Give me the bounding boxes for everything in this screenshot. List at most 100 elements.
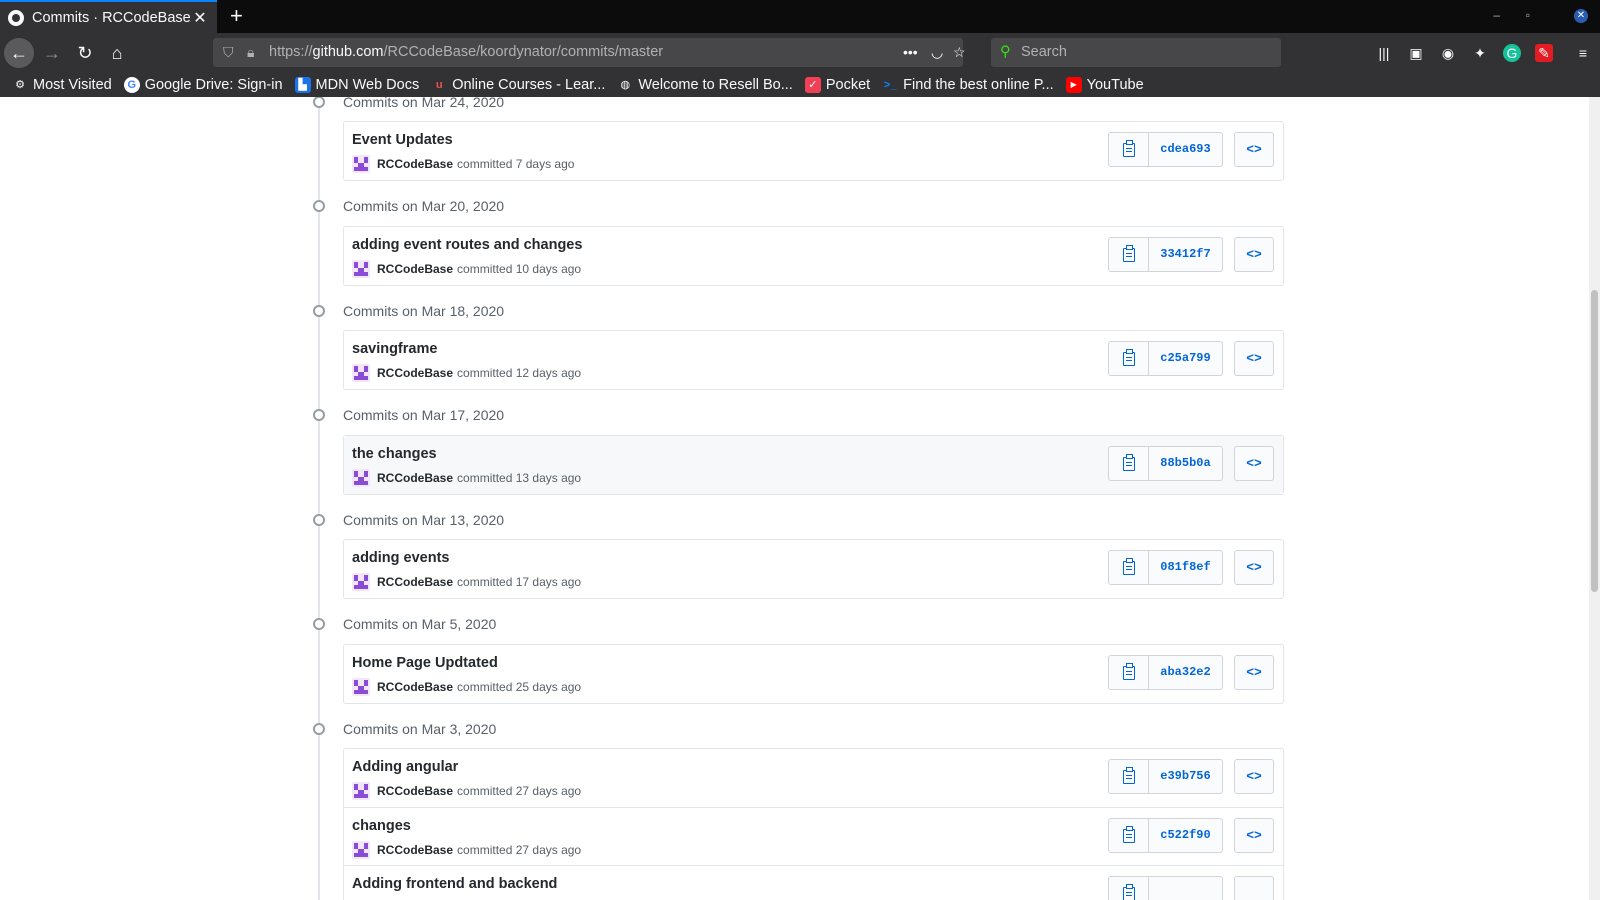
tab-close-icon[interactable]: ✕	[191, 8, 209, 28]
sha-link[interactable]	[1149, 877, 1222, 900]
copy-sha-button[interactable]	[1109, 133, 1149, 166]
author-link[interactable]: RCCodeBase	[377, 262, 453, 276]
bookmark-pocket[interactable]: ✓ Pocket	[804, 76, 870, 93]
menu-icon[interactable]: ≡	[1574, 44, 1592, 62]
sha-link[interactable]: c522f90	[1149, 819, 1222, 852]
browse-repo-button[interactable]: <>	[1234, 341, 1274, 376]
author-link[interactable]: RCCodeBase	[377, 575, 453, 589]
home-button[interactable]: ⌂	[102, 38, 132, 68]
browse-repo-button[interactable]: <>	[1234, 550, 1274, 585]
commit-list: Event Updates RCCodeBase committed 7 days…	[343, 121, 1284, 181]
terminal-icon: >_	[883, 78, 897, 91]
shield-icon[interactable]: ⛉	[223, 38, 234, 67]
extension-icon[interactable]: ✦	[1471, 44, 1489, 62]
clipboard-icon	[1122, 348, 1135, 366]
bookmark-youtube[interactable]: ▶ YouTube	[1065, 76, 1144, 93]
copy-sha-button[interactable]	[1109, 877, 1149, 900]
window-close-icon[interactable]: ✕	[1574, 9, 1588, 23]
browse-repo-button[interactable]: <>	[1234, 759, 1274, 794]
avatar[interactable]	[352, 573, 370, 591]
author-link[interactable]: RCCodeBase	[377, 843, 453, 857]
search-input[interactable]: ⚲ Search	[991, 38, 1281, 67]
bookmark-udemy[interactable]: u Online Courses - Lear...	[431, 77, 606, 93]
sha-link[interactable]: e39b756	[1149, 760, 1222, 793]
bookmark-find-best[interactable]: >_ Find the best online P...	[882, 77, 1054, 93]
commit-row: changes RCCodeBase committed 27 days ago …	[344, 807, 1283, 865]
clipboard-icon	[1122, 453, 1135, 471]
commit-title-link[interactable]: adding event routes and changes	[352, 237, 582, 253]
commit-title-link[interactable]: Home Page Updtated	[352, 655, 498, 671]
bookmark-google-drive[interactable]: G Google Drive: Sign-in	[123, 76, 283, 93]
lock-icon[interactable]: 🔒︎	[247, 38, 254, 67]
group-date: Commits on Mar 18, 2020	[343, 303, 505, 319]
browse-repo-button[interactable]: <>	[1234, 818, 1274, 853]
commit-title-link[interactable]: the changes	[352, 446, 437, 462]
avatar[interactable]	[352, 469, 370, 487]
more-actions-icon[interactable]: •••	[903, 38, 918, 67]
copy-sha-button[interactable]	[1109, 656, 1149, 689]
reload-button[interactable]: ↻	[70, 38, 100, 68]
url-bar[interactable]: ⛉ 🔒︎ https://github.com/RCCodeBase/koord…	[213, 38, 966, 67]
maximize-icon[interactable]: ▫	[1526, 8, 1530, 22]
browse-repo-button[interactable]: <>	[1234, 132, 1274, 167]
commit-title-link[interactable]: changes	[352, 818, 411, 834]
sha-link[interactable]: 081f8ef	[1149, 551, 1222, 584]
commit-title-link[interactable]: savingframe	[352, 341, 437, 357]
author-link[interactable]: RCCodeBase	[377, 680, 453, 694]
sha-link[interactable]: cdea693	[1149, 133, 1222, 166]
bookmark-resell[interactable]: ◍ Welcome to Resell Bo...	[617, 77, 793, 93]
author-link[interactable]: RCCodeBase	[377, 157, 453, 171]
scrollbar-thumb[interactable]	[1591, 290, 1598, 592]
commit-dot-icon	[313, 409, 325, 421]
copy-sha-button[interactable]	[1109, 819, 1149, 852]
extension-red-icon[interactable]: ✎	[1535, 44, 1553, 62]
sha-button-group: 33412f7	[1108, 237, 1223, 272]
commit-time: committed 27 days ago	[457, 784, 582, 798]
commit-group-header: Commits on Mar 3, 2020	[313, 718, 496, 740]
back-button[interactable]: ←	[4, 38, 34, 68]
avatar[interactable]	[352, 364, 370, 382]
commit-title-link[interactable]: Adding angular	[352, 759, 458, 775]
author-link[interactable]: RCCodeBase	[377, 471, 453, 485]
bookmark-star-icon[interactable]: ☆	[953, 38, 966, 67]
browse-repo-button[interactable]: <>	[1234, 237, 1274, 272]
sha-link[interactable]: 88b5b0a	[1149, 447, 1222, 480]
sha-link[interactable]: aba32e2	[1149, 656, 1222, 689]
avatar[interactable]	[352, 155, 370, 173]
browse-repo-button[interactable]	[1234, 876, 1274, 900]
avatar[interactable]	[352, 678, 370, 696]
sidebar-icon[interactable]: ▣	[1407, 44, 1425, 62]
browse-repo-button[interactable]: <>	[1234, 655, 1274, 690]
commit-title-link[interactable]: Adding frontend and backend	[352, 876, 557, 892]
avatar[interactable]	[352, 841, 370, 859]
bookmark-mdn[interactable]: ▙ MDN Web Docs	[294, 76, 419, 93]
forward-button[interactable]: →	[37, 38, 67, 68]
minimize-icon[interactable]: –	[1493, 8, 1500, 22]
avatar[interactable]	[352, 260, 370, 278]
library-icon[interactable]: |||	[1375, 44, 1393, 62]
new-tab-button[interactable]: +	[230, 3, 243, 29]
commit-row: adding events RCCodeBase committed 17 day…	[344, 540, 1283, 598]
copy-sha-button[interactable]	[1109, 760, 1149, 793]
browse-repo-button[interactable]: <>	[1234, 446, 1274, 481]
account-icon[interactable]: ◉	[1439, 44, 1457, 62]
active-tab[interactable]: Commits · RCCodeBase/koordynator ✕	[0, 0, 217, 33]
grammarly-icon[interactable]: G	[1503, 44, 1521, 62]
commit-time: committed 17 days ago	[457, 575, 582, 589]
author-link[interactable]: RCCodeBase	[377, 784, 453, 798]
commit-dot-icon	[313, 514, 325, 526]
copy-sha-button[interactable]	[1109, 551, 1149, 584]
pocket-save-icon[interactable]: ◡	[931, 38, 943, 67]
sha-link[interactable]: c25a799	[1149, 342, 1222, 375]
commit-title-link[interactable]: adding events	[352, 550, 450, 566]
copy-sha-button[interactable]	[1109, 238, 1149, 271]
sha-link[interactable]: 33412f7	[1149, 238, 1222, 271]
author-link[interactable]: RCCodeBase	[377, 366, 453, 380]
bookmark-most-visited[interactable]: ⚙ Most Visited	[12, 77, 112, 93]
commit-title-link[interactable]: Event Updates	[352, 132, 453, 148]
bookmark-label: YouTube	[1086, 76, 1144, 93]
sha-button-group: c522f90	[1108, 818, 1223, 853]
avatar[interactable]	[352, 782, 370, 800]
copy-sha-button[interactable]	[1109, 342, 1149, 375]
copy-sha-button[interactable]	[1109, 447, 1149, 480]
